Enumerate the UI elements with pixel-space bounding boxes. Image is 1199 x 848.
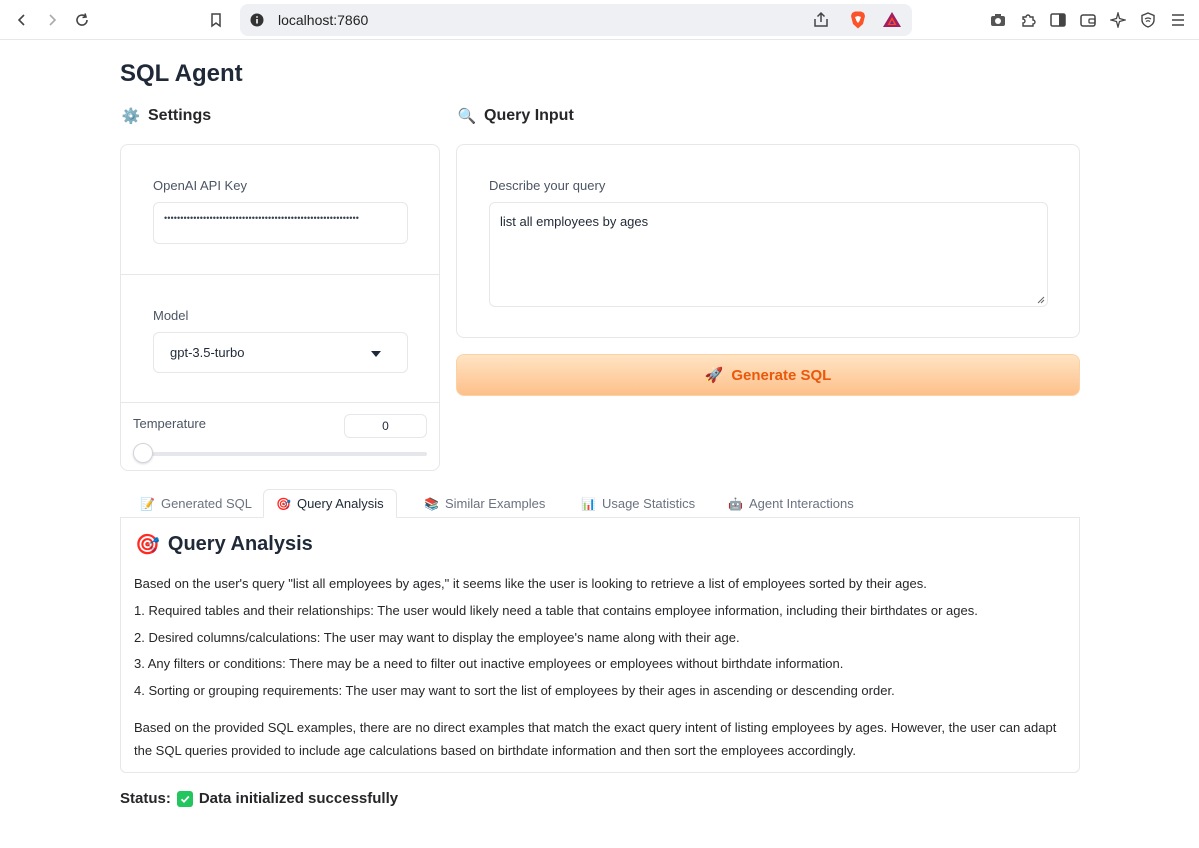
site-info-icon[interactable]	[250, 13, 264, 27]
generate-sql-label: Generate SQL	[731, 366, 832, 384]
analysis-point: 1. Required tables and their relationshi…	[134, 603, 978, 618]
api-key-value: ••••••••••••••••••••••••••••••••••••••••…	[164, 213, 360, 223]
analysis-point: 3. Any filters or conditions: There may …	[134, 656, 844, 671]
query-input-heading: 🔍 Query Input	[458, 107, 574, 125]
status-line: Status: Data initialized successfully	[120, 790, 398, 807]
target-icon: 🎯	[276, 496, 291, 511]
model-label: Model	[153, 308, 189, 323]
analysis-conclusion: Based on the provided SQL examples, ther…	[134, 720, 1057, 758]
extensions-icon[interactable]	[1018, 10, 1038, 30]
model-value: gpt-3.5-turbo	[170, 345, 245, 360]
tab-usage-statistics[interactable]: 📊 Usage Statistics	[569, 489, 707, 518]
leo-ai-icon[interactable]	[1108, 10, 1128, 30]
temperature-slider-track[interactable]	[143, 452, 427, 456]
vpn-shield-icon[interactable]	[1138, 10, 1158, 30]
target-icon: 🎯	[135, 534, 160, 556]
screenshot-icon[interactable]	[988, 10, 1008, 30]
brave-shields-icon[interactable]	[848, 10, 868, 30]
reload-icon[interactable]	[72, 10, 92, 30]
temperature-label: Temperature	[133, 416, 206, 431]
settings-heading-label: Settings	[148, 107, 212, 124]
tab-label: Similar Examples	[444, 496, 546, 511]
settings-heading: ⚙️ Settings	[122, 107, 211, 125]
status-message: Data initialized successfully	[198, 790, 399, 807]
tab-generated-sql[interactable]: 📝 Generated SQL	[128, 489, 264, 518]
divider	[121, 402, 439, 403]
tab-agent-interactions[interactable]: 🤖 Agent Interactions	[716, 489, 866, 518]
bookmark-icon[interactable]	[206, 10, 226, 30]
menu-icon[interactable]	[1168, 10, 1188, 30]
tab-label: Usage Statistics	[601, 496, 696, 511]
checkmark-icon	[176, 790, 193, 807]
share-icon[interactable]	[812, 11, 830, 29]
api-key-label: OpenAI API Key	[153, 178, 247, 193]
forward-icon[interactable]	[42, 10, 62, 30]
tab-label: Query Analysis	[296, 496, 384, 511]
query-analysis-panel: 🎯 Query Analysis Based on the user's que…	[120, 517, 1080, 773]
analysis-point: 2. Desired columns/calculations: The use…	[134, 630, 740, 645]
gear-icon: ⚙️	[121, 108, 141, 125]
analysis-intro: Based on the user's query "list all empl…	[134, 576, 927, 591]
rocket-icon: 🚀	[704, 367, 724, 384]
chevron-down-icon	[371, 351, 381, 357]
brave-rewards-icon[interactable]	[882, 10, 902, 30]
wallet-icon[interactable]	[1078, 10, 1098, 30]
tab-query-analysis[interactable]: 🎯 Query Analysis	[263, 489, 397, 518]
browser-toolbar: localhost:7860	[0, 0, 1199, 40]
resize-handle-icon[interactable]	[1037, 296, 1045, 304]
settings-panel: OpenAI API Key •••••••••••••••••••••••••…	[120, 144, 440, 471]
query-textarea[interactable]: list all employees by ages	[489, 202, 1048, 307]
books-icon: 📚	[424, 496, 439, 511]
tab-label: Generated SQL	[160, 496, 253, 511]
query-panel: Describe your query list all employees b…	[456, 144, 1080, 338]
divider	[121, 274, 439, 275]
page-title: SQL Agent	[120, 60, 243, 87]
temperature-number-input[interactable]: 0	[344, 414, 427, 438]
memo-icon: 📝	[140, 496, 155, 511]
tab-similar-examples[interactable]: 📚 Similar Examples	[412, 489, 557, 518]
back-icon[interactable]	[12, 10, 32, 30]
query-text: list all employees by ages	[500, 214, 649, 229]
status-label: Status:	[120, 790, 171, 807]
generate-sql-button[interactable]: 🚀 Generate SQL	[456, 354, 1080, 396]
bar-chart-icon: 📊	[581, 496, 596, 511]
analysis-title-label: Query Analysis	[167, 533, 313, 555]
sidebar-icon[interactable]	[1048, 10, 1068, 30]
analysis-point: 4. Sorting or grouping requirements: The…	[134, 683, 895, 698]
describe-query-label: Describe your query	[489, 178, 606, 193]
address-bar[interactable]: localhost:7860	[240, 4, 912, 36]
url-text: localhost:7860	[278, 12, 369, 28]
magnifier-icon: 🔍	[457, 108, 477, 125]
temperature-slider-handle[interactable]	[133, 443, 153, 463]
api-key-field[interactable]: ••••••••••••••••••••••••••••••••••••••••…	[153, 202, 408, 244]
analysis-title: 🎯 Query Analysis	[135, 532, 313, 557]
result-tabs: 📝 Generated SQL 🎯 Query Analysis 📚 Simil…	[120, 489, 1080, 518]
robot-icon: 🤖	[728, 496, 743, 511]
tab-label: Agent Interactions	[748, 496, 854, 511]
query-input-heading-label: Query Input	[484, 107, 574, 124]
model-select[interactable]: gpt-3.5-turbo	[153, 332, 408, 373]
